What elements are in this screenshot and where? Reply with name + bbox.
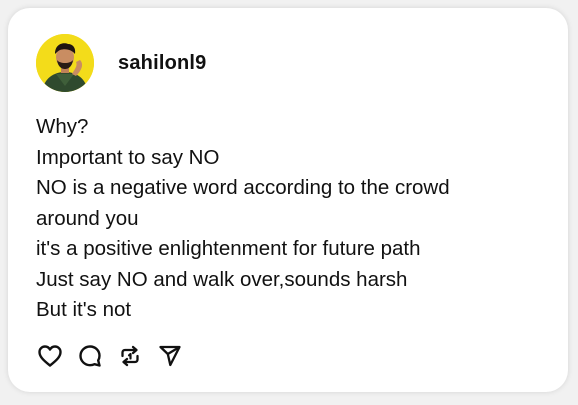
post-text-line: Why? (36, 115, 89, 138)
comment-button[interactable] (77, 343, 103, 369)
avatar[interactable] (36, 34, 94, 92)
post-text: Why? Important to say NO NO is a negativ… (36, 112, 546, 326)
post-card: sahilonl9 Why? Important to say NO NO is… (8, 8, 568, 392)
like-button[interactable] (37, 343, 63, 369)
post-text-line: around you (36, 206, 139, 230)
post-text-line: NO is a negative word according to the c… (36, 176, 450, 199)
avatar-image (36, 34, 94, 92)
repost-button[interactable] (117, 343, 143, 369)
post-text-line: Important to say NO (36, 145, 220, 169)
share-icon (159, 345, 181, 367)
repost-icon (121, 345, 139, 367)
post-text-line: it's a positive enlightenment for future… (36, 237, 421, 260)
username[interactable]: sahilonl9 (118, 52, 207, 75)
share-button[interactable] (157, 343, 183, 369)
post-header: sahilonl9 (36, 34, 207, 92)
heart-icon (38, 345, 62, 367)
action-bar (37, 343, 197, 369)
comment-icon (79, 345, 101, 367)
post-text-line: Just say NO and walk over,sounds harsh (36, 267, 408, 291)
post-text-line: But it's not (36, 298, 132, 321)
